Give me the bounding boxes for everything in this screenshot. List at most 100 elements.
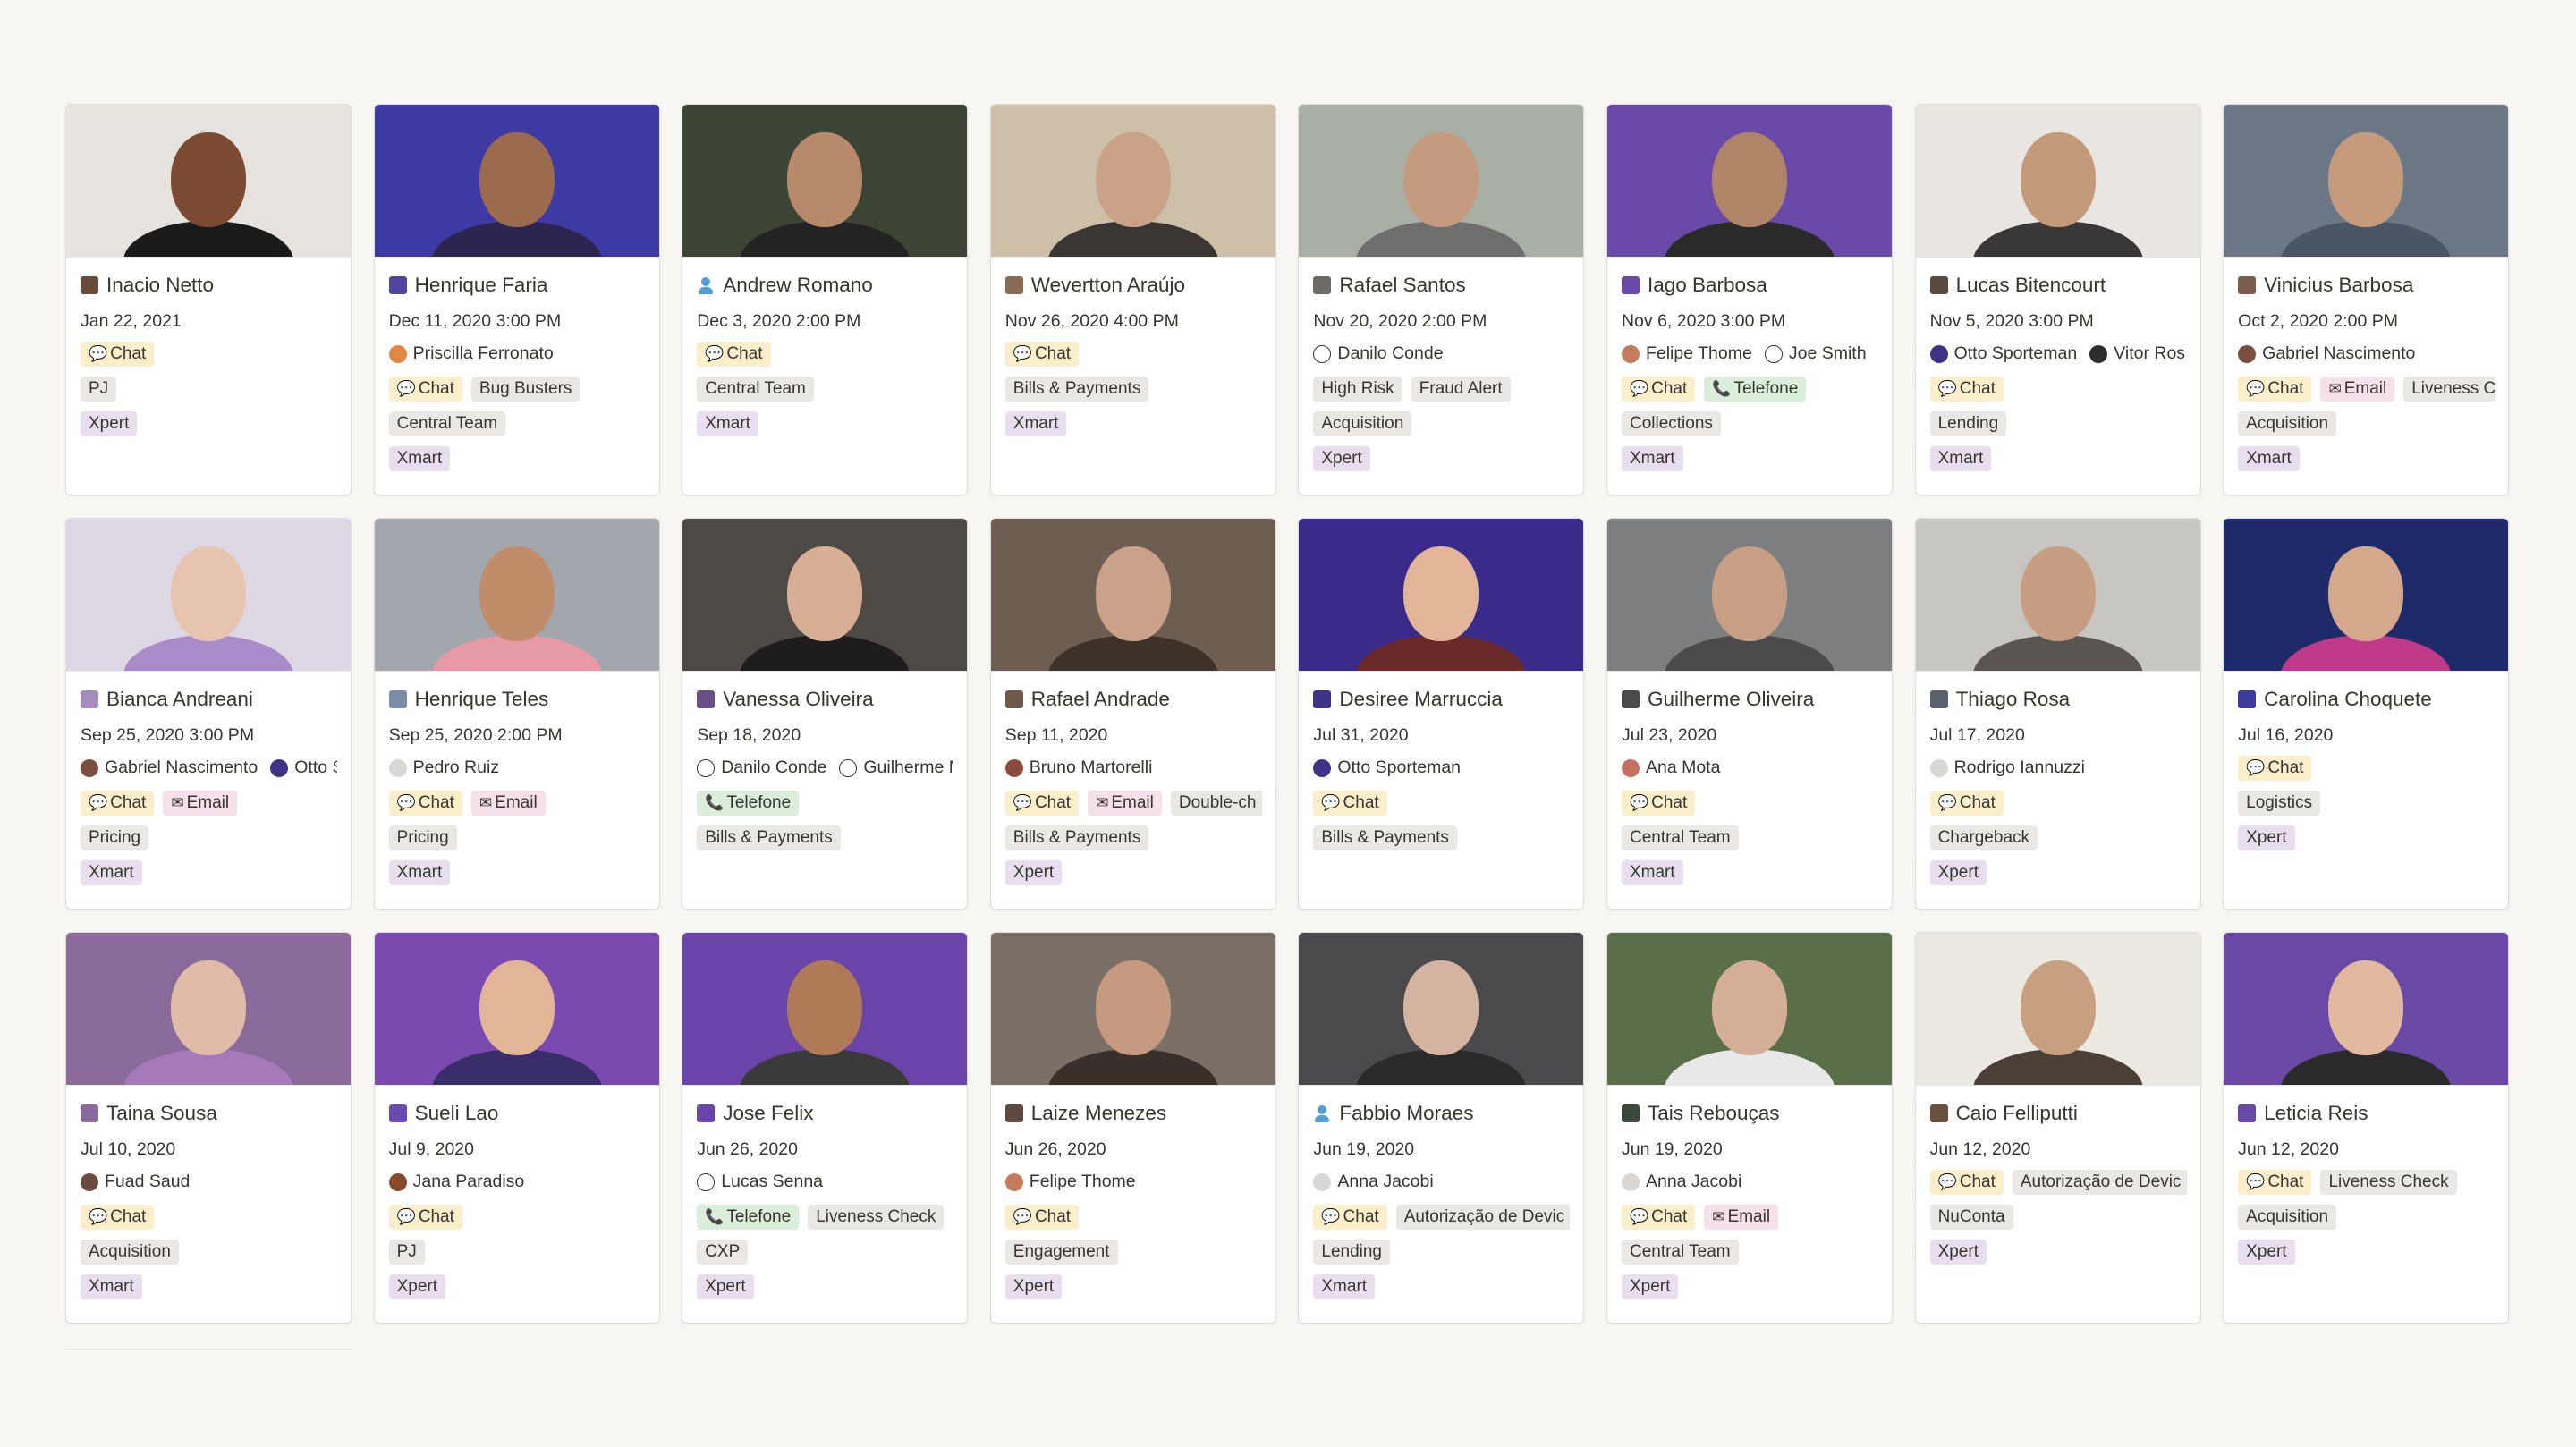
channel-tags: 📞 Telefone Liveness Check — [697, 1199, 953, 1234]
gallery-card[interactable]: Taina Sousa Jul 10, 2020 Fuad Saud 💬 Chat… — [65, 932, 352, 1324]
card-body: Lucas Bitencourt Nov 5, 2020 3:00 PM Ott… — [1916, 258, 2200, 476]
card-title[interactable]: Desiree Marruccia — [1313, 686, 1570, 713]
gallery-card[interactable]: Jose Felix Jun 26, 2020 Lucas Senna 📞 Tel… — [682, 932, 969, 1324]
card-title[interactable]: Wevertton Araújo — [1004, 272, 1262, 299]
squad-tag: Xmart — [80, 1274, 142, 1299]
card-title[interactable]: Caio Felliputti — [1929, 1100, 2187, 1127]
gallery-card[interactable]: Vanessa Oliveira Sep 18, 2020 Danilo Con… — [682, 518, 969, 910]
gallery-card[interactable]: Andrew Romano Dec 3, 2020 2:00 PM 💬 Chat … — [682, 104, 969, 495]
card-title[interactable]: Henrique Faria — [388, 272, 646, 299]
card-title[interactable]: Vanessa Oliveira — [697, 686, 953, 713]
person-chip: Ana Mota — [1621, 757, 1720, 778]
gallery-card[interactable]: Leticia Reis Jun 12, 2020 💬 Chat Liveness … — [2223, 932, 2510, 1324]
card-title[interactable]: Vinicius Barbosa — [2238, 272, 2495, 299]
card-title[interactable]: Sueli Lao — [388, 1100, 646, 1127]
chat-icon: 💬 — [1937, 793, 1957, 811]
chat-icon: 💬 — [1937, 1172, 1957, 1190]
channel-tag: 💬 Chat — [80, 1204, 155, 1230]
person-chip: Priscilla Ferronato — [388, 343, 554, 364]
channel-tag: Fraud Alert — [1411, 376, 1511, 402]
gallery-card[interactable]: Henrique Teles Sep 25, 2020 2:00 PM Pedr… — [373, 518, 660, 910]
channel-tag: Liveness Check — [808, 1204, 945, 1230]
person-name: Vitor Ros — [2114, 343, 2186, 363]
card-date: Oct 2, 2020 2:00 PM — [2238, 310, 2399, 331]
card-title[interactable]: Tais Rebouças — [1621, 1100, 1878, 1127]
team-tag: Engagement — [1004, 1239, 1118, 1265]
channel-tags: 💬 Chat ✉ Email — [388, 785, 646, 820]
gallery-card[interactable]: Bianca Andreani Sep 25, 2020 3:00 PM Gab… — [65, 518, 352, 910]
squad-tags: Xmart — [1929, 441, 2187, 476]
gallery-card[interactable]: Sueli Lao Jul 9, 2020 Jana Paradiso 💬 Cha… — [373, 932, 660, 1324]
card-body: Tais Rebouças Jun 19, 2020 Anna Jacobi 💬… — [1607, 1086, 1892, 1304]
card-cover-photo — [682, 933, 968, 1086]
card-title[interactable]: Rafael Santos — [1313, 272, 1570, 299]
tag-label: Fraud Alert — [1419, 378, 1503, 398]
card-body: Caio Felliputti Jun 12, 2020 💬 Chat Autori… — [1916, 1086, 2200, 1269]
card-title[interactable]: Henrique Teles — [388, 686, 646, 713]
card-title[interactable]: Rafael Andrade — [1004, 686, 1262, 713]
card-title[interactable]: Laize Menezes — [1004, 1100, 1262, 1127]
card-title[interactable]: Leticia Reis — [2238, 1100, 2495, 1127]
team-tag: CXP — [697, 1239, 749, 1265]
gallery-card[interactable]: Carolina Choquete Jul 16, 2020 💬 Chat Log… — [2223, 518, 2510, 910]
gallery-card[interactable]: Caio Felliputti Jun 12, 2020 💬 Chat Autori… — [1914, 932, 2201, 1324]
photo-face — [1403, 546, 1479, 641]
avatar-icon — [80, 690, 98, 708]
channel-tag: 💬 Chat — [2238, 376, 2312, 402]
card-title[interactable]: Bianca Andreani — [80, 686, 337, 713]
channel-tags: 💬 Chat — [1313, 785, 1570, 820]
card-title[interactable]: Inacio Netto — [80, 272, 337, 299]
gallery-card[interactable]: Rafael Santos Nov 20, 2020 2:00 PM Danil… — [1298, 104, 1585, 495]
gallery-card[interactable]: Henrique Faria Dec 11, 2020 3:00 PM Pris… — [373, 104, 660, 495]
squad-tags: Xmart — [1313, 1269, 1570, 1304]
card-title[interactable]: Andrew Romano — [697, 272, 953, 299]
card-title[interactable]: Jose Felix — [697, 1100, 953, 1127]
card-title[interactable]: Iago Barbosa — [1621, 272, 1878, 299]
gallery-card[interactable]: Guilherme Oliveira Jul 23, 2020 Ana Mota… — [1606, 518, 1893, 910]
channel-tag: Autorização de Devic — [2012, 1169, 2187, 1195]
person-chip: Lucas Senna — [697, 1172, 823, 1192]
gallery-card[interactable]: Laize Menezes Jun 26, 2020 Felipe Thome … — [989, 932, 1276, 1324]
gallery-card[interactable]: Thiago Rosa Jul 17, 2020 Rodrigo Iannuzz… — [1914, 518, 2201, 910]
tag-label: Autorização de Devic — [1403, 1206, 1565, 1226]
card-name: Thiago Rosa — [1955, 688, 2071, 710]
gallery-card[interactable]: Fabbio Moraes Jun 19, 2020 Anna Jacobi 💬… — [1298, 932, 1585, 1324]
chat-icon: 💬 — [89, 793, 108, 811]
channel-tags: 💬 Chat — [2238, 750, 2495, 785]
card-title[interactable]: Guilherme Oliveira — [1621, 686, 1878, 713]
people-property: Felipe Thome — [1004, 1164, 1262, 1199]
team-tag: Acquisition — [80, 1239, 179, 1265]
card-cover-photo — [1299, 933, 1584, 1086]
people-property: Danilo Conde Guilherme N — [697, 750, 953, 785]
card-date: Jun 12, 2020 — [2238, 1138, 2339, 1159]
people-property: Rodrigo Iannuzzi — [1929, 750, 2187, 785]
channel-tag: ✉ Email — [470, 790, 546, 816]
card-body: Taina Sousa Jul 10, 2020 Fuad Saud 💬 Chat… — [66, 1086, 351, 1304]
card-cover-photo — [1606, 933, 1892, 1086]
card-body: Inacio Netto Jan 22, 2021 💬 Chat PJ Xpert — [66, 258, 351, 441]
avatar — [1621, 1172, 1640, 1191]
card-title[interactable]: Thiago Rosa — [1929, 686, 2187, 713]
card-cover-photo — [682, 105, 968, 258]
chat-icon: 💬 — [2246, 758, 2266, 776]
gallery-card[interactable]: Vinicius Barbosa Oct 2, 2020 2:00 PM Gab… — [2223, 104, 2510, 495]
channel-tags: 💬 Chat ✉ Email — [80, 785, 337, 820]
email-icon: ✉ — [479, 793, 493, 811]
gallery-card[interactable]: Rafael Andrade Sep 11, 2020 Bruno Martor… — [989, 518, 1276, 910]
card-title[interactable]: Carolina Choquete — [2238, 686, 2495, 713]
squad-tags: Xmart — [697, 406, 953, 441]
chat-icon: 💬 — [2246, 379, 2266, 397]
gallery-card[interactable]: Wevertton Araújo Nov 26, 2020 4:00 PM 💬 C… — [989, 104, 1276, 495]
gallery-card[interactable]: Inacio Netto Jan 22, 2021 💬 Chat PJ Xpert — [65, 104, 352, 495]
card-title[interactable]: Lucas Bitencourt — [1929, 272, 2187, 299]
channel-tags: 💬 Chat Bug Busters — [388, 371, 646, 406]
gallery-card[interactable]: Lucas Bitencourt Nov 5, 2020 3:00 PM Ott… — [1914, 104, 2201, 495]
gallery-card[interactable]: Iago Barbosa Nov 6, 2020 3:00 PM Felipe … — [1606, 104, 1893, 495]
gallery-card[interactable]: Desiree Marruccia Jul 31, 2020 Otto Spor… — [1298, 518, 1585, 910]
card-title[interactable]: Taina Sousa — [80, 1100, 337, 1127]
photo-face — [787, 546, 863, 641]
gallery-card[interactable]: Tais Rebouças Jun 19, 2020 Anna Jacobi 💬… — [1606, 932, 1893, 1324]
card-date: Dec 11, 2020 3:00 PM — [388, 310, 562, 331]
card-title[interactable]: Fabbio Moraes — [1313, 1100, 1570, 1127]
avatar — [270, 758, 289, 777]
